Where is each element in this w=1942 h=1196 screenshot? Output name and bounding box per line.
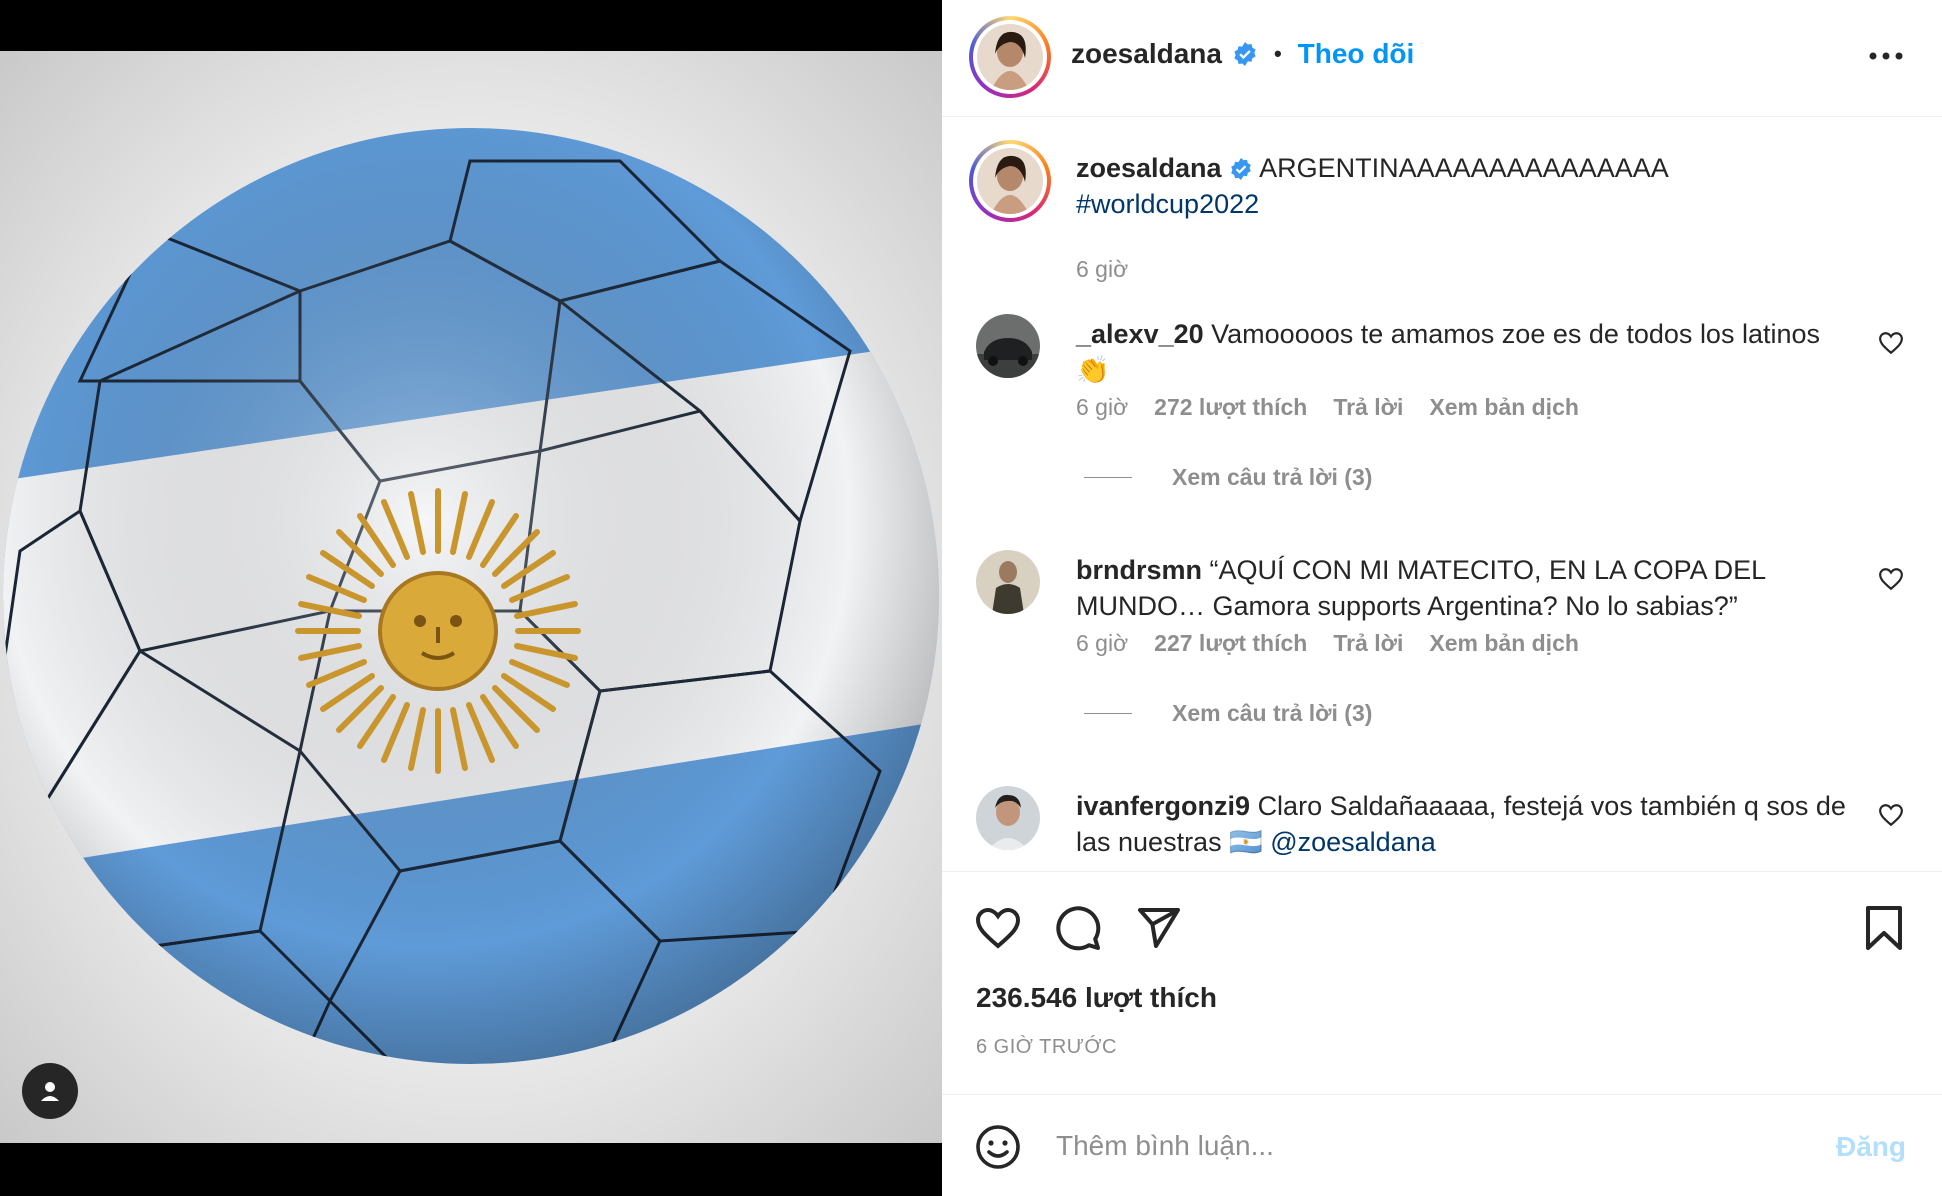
comment-avatar[interactable]: [976, 314, 1040, 378]
person-avatar-image: [976, 550, 1040, 614]
comment-like-icon[interactable]: [1878, 330, 1904, 356]
comments-list[interactable]: zoesaldana ARGENTINAAAAAAAAAAAAAAA #worl…: [942, 118, 1942, 870]
caption-meta: 6 giờ: [1076, 256, 1128, 283]
comment-time[interactable]: 6 giờ: [1076, 630, 1128, 657]
like-heart-icon[interactable]: [974, 904, 1022, 952]
more-horizontal-icon: [1869, 52, 1903, 60]
caption-avatar-image: [977, 148, 1043, 214]
header-user-row: zoesaldana • Theo dõi: [1071, 38, 1414, 70]
post-details-pane: zoesaldana • Theo dõi zoesaldana ARGENTI…: [942, 0, 1942, 1196]
comment-like-icon[interactable]: [1878, 802, 1904, 828]
comment-time[interactable]: 6 giờ: [1076, 394, 1128, 421]
caption-username[interactable]: zoesaldana: [1076, 153, 1222, 183]
comment-text-block: brndrsmn “AQUÍ CON MI MATECITO, EN LA CO…: [1076, 552, 1856, 624]
comment-meta: 6 giờ 272 lượt thích Trả lời Xem bản dịc…: [1076, 394, 1579, 421]
translate-button[interactable]: Xem bản dịch: [1429, 630, 1579, 657]
verified-badge-icon: [1234, 42, 1256, 66]
share-send-icon[interactable]: [1134, 904, 1182, 952]
post-media-pane: [0, 0, 942, 1196]
bookmark-save-icon[interactable]: [1860, 904, 1908, 952]
post-actions: 236.546 lượt thích 6 GIỜ TRƯỚC: [942, 871, 1942, 1095]
follow-button[interactable]: Theo dõi: [1298, 38, 1415, 70]
comment-meta: 6 giờ 227 lượt thích Trả lời Xem bản dịc…: [1076, 630, 1579, 657]
comment-text-block: _alexv_20 Vamooooos te amamos zoe es de …: [1076, 316, 1856, 388]
replies-divider-line: [1084, 477, 1132, 478]
view-replies-label: Xem câu trả lời (3): [1172, 700, 1373, 726]
like-count[interactable]: 236.546 lượt thích: [976, 982, 1217, 1014]
post-header: zoesaldana • Theo dõi: [942, 0, 1942, 117]
reply-button[interactable]: Trả lời: [1333, 394, 1403, 421]
post-image[interactable]: [0, 51, 942, 1143]
emoji-smiley-icon[interactable]: [974, 1123, 1022, 1171]
tagged-users-button[interactable]: [22, 1063, 78, 1119]
sun-of-may-emblem: [295, 488, 581, 774]
comment-like-icon[interactable]: [1878, 566, 1904, 592]
argentina-football-image: [3, 128, 939, 1064]
comment-username[interactable]: brndrsmn: [1076, 555, 1202, 585]
translate-button[interactable]: Xem bản dịch: [1429, 394, 1579, 421]
view-replies-button[interactable]: Xem câu trả lời (3): [1084, 464, 1372, 491]
car-avatar-image: [976, 314, 1040, 378]
comment-username[interactable]: _alexv_20: [1076, 319, 1204, 349]
separator-dot: •: [1273, 41, 1282, 66]
header-username[interactable]: zoesaldana: [1071, 38, 1222, 70]
comment-bubble-icon[interactable]: [1054, 904, 1102, 952]
view-replies-button[interactable]: Xem câu trả lời (3): [1084, 700, 1372, 727]
comment-mention[interactable]: @zoesaldana: [1270, 827, 1436, 857]
caption-hashtag[interactable]: #worldcup2022: [1076, 189, 1259, 219]
caption-text-block: zoesaldana ARGENTINAAAAAAAAAAAAAAA #worl…: [1076, 150, 1856, 222]
post-time[interactable]: 6 GIỜ TRƯỚC: [976, 1036, 1117, 1059]
person-avatar-image: [976, 786, 1040, 850]
comment-input[interactable]: [1056, 1121, 1756, 1171]
author-avatar-image: [977, 24, 1043, 90]
caption-time[interactable]: 6 giờ: [1076, 256, 1128, 283]
more-options-button[interactable]: [1866, 36, 1906, 76]
reply-button[interactable]: Trả lời: [1333, 630, 1403, 657]
post-comment-button[interactable]: Đăng: [1836, 1131, 1906, 1163]
comment-likes[interactable]: 227 lượt thích: [1154, 630, 1307, 657]
caption-text: ARGENTINAAAAAAAAAAAAAAA: [1259, 153, 1669, 183]
replies-divider-line: [1084, 713, 1132, 714]
user-icon: [41, 1082, 59, 1101]
author-avatar[interactable]: [969, 16, 1051, 98]
verified-badge-icon: [1231, 158, 1251, 180]
caption-avatar[interactable]: [969, 140, 1051, 222]
comment-avatar[interactable]: [976, 550, 1040, 614]
view-replies-label: Xem câu trả lời (3): [1172, 464, 1373, 490]
add-comment-bar: Đăng: [942, 1094, 1942, 1196]
comment-likes[interactable]: 272 lượt thích: [1154, 394, 1307, 421]
comment-avatar[interactable]: [976, 786, 1040, 850]
comment-username[interactable]: ivanfergonzi9: [1076, 791, 1250, 821]
comment-text-block: ivanfergonzi9 Claro Saldañaaaaa, festejá…: [1076, 788, 1856, 860]
